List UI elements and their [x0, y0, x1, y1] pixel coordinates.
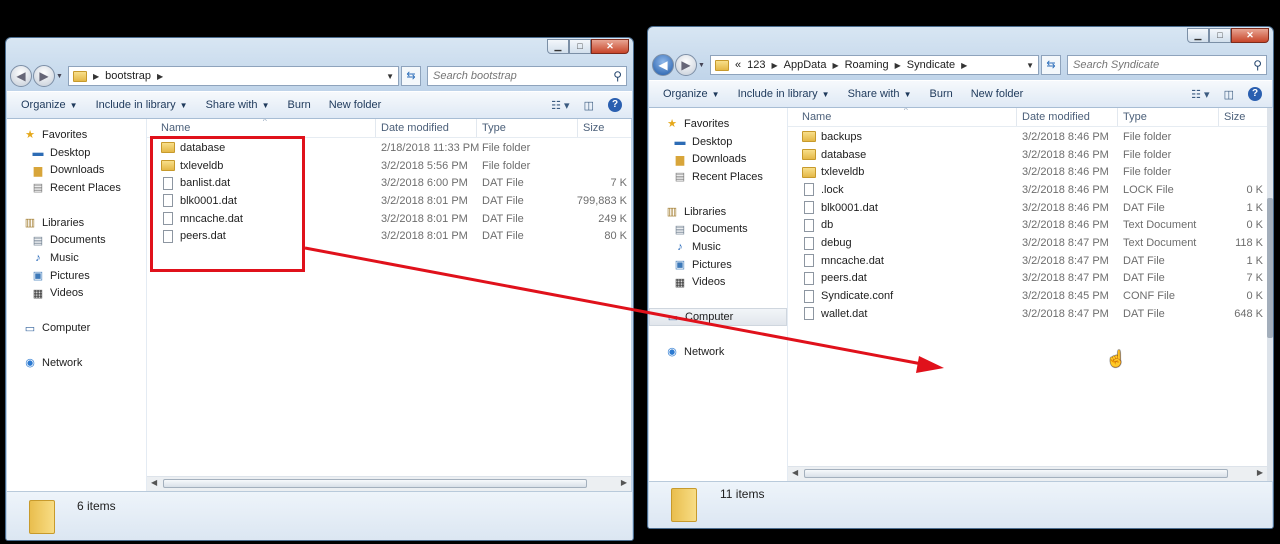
- arrow-line: [304, 246, 923, 366]
- arrow-head: [916, 356, 944, 373]
- annotation-arrow: [304, 246, 944, 373]
- mouse-cursor-icon: ☝: [1106, 351, 1126, 368]
